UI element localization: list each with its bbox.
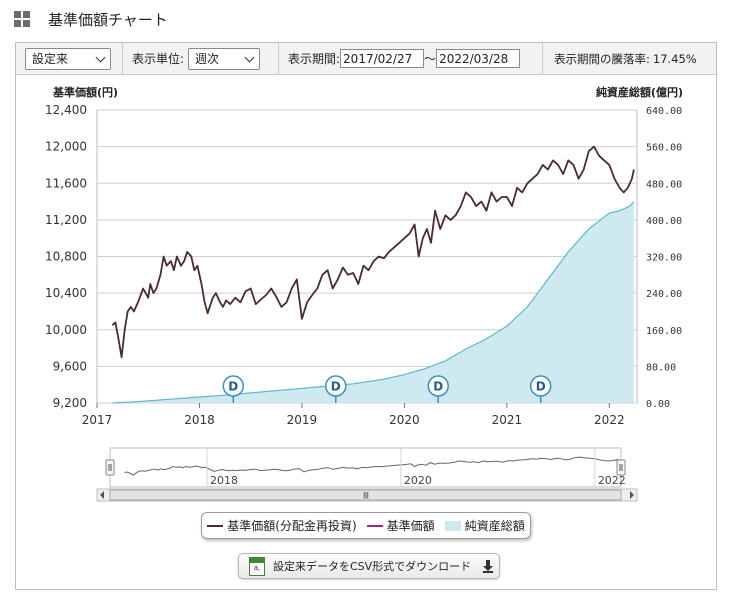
y-right-tick-label: 320.00 — [646, 253, 682, 264]
legend-item-nav-reinvested[interactable]: 基準価額(分配金再投資) — [207, 517, 357, 534]
chart-legend: 基準価額(分配金再投資) 基準価額 純資産総額 — [201, 512, 531, 539]
y-left-tick-label: 10,400 — [45, 286, 87, 300]
navigator-tick-label: 2018 — [210, 474, 238, 487]
y-right-tick-label: 240.00 — [646, 289, 682, 300]
navigator-handle[interactable] — [105, 459, 115, 476]
navigator[interactable]: 2018 2020 2022 Ⅲ — [96, 447, 638, 502]
x-tick-label: 2019 — [287, 413, 318, 427]
left-axis-title: 基準価額(円) — [52, 85, 118, 99]
y-left-tick-label: 11,600 — [45, 176, 87, 190]
y-left-tick-label: 12,400 — [45, 103, 87, 117]
csv-download-label: 設定来データをCSV形式でダウンロード — [273, 560, 472, 573]
download-arrow-icon — [483, 559, 494, 573]
y-right-tick-label: 560.00 — [646, 143, 682, 154]
y-left-tick-label: 11,200 — [45, 213, 87, 227]
dividend-marker-label: D — [228, 380, 238, 394]
y-right-tick-label: 640.00 — [646, 106, 682, 117]
navigator-tick-label: 2022 — [598, 474, 626, 487]
y-right-tick-label: 400.00 — [646, 216, 682, 227]
y-left-tick-label: 10,800 — [45, 250, 87, 264]
navigator-handle[interactable] — [616, 459, 626, 476]
csv-icon-glyph: a, — [253, 563, 261, 572]
navigator-tick-label: 2020 — [404, 474, 432, 487]
legend-swatch — [444, 520, 461, 531]
y-right-tick-label: 0.00 — [646, 399, 670, 410]
y-left-tick-label: 10,000 — [45, 323, 87, 337]
dividend-marker-label: D — [433, 380, 443, 394]
dividend-marker-label: D — [331, 380, 341, 394]
x-tick-label: 2018 — [184, 413, 215, 427]
legend-label: 基準価額(分配金再投資) — [227, 519, 357, 533]
right-axis-title: 純資産総額(億円) — [596, 85, 683, 99]
y-left-tick-label: 9,200 — [53, 396, 87, 410]
dividend-marker-label: D — [536, 380, 546, 394]
legend-item-net-assets[interactable]: 純資産総額 — [444, 517, 525, 534]
y-right-tick-label: 80.00 — [646, 362, 676, 373]
legend-item-nav[interactable]: 基準価額 — [366, 517, 435, 534]
legend-swatch — [207, 524, 224, 527]
csv-download-button[interactable]: a, 設定来データをCSV形式でダウンロード — [238, 553, 500, 579]
x-tick-label: 2017 — [82, 413, 113, 427]
csv-file-icon: a, — [249, 556, 265, 576]
navigator-line — [124, 456, 619, 476]
x-tick-label: 2020 — [389, 413, 420, 427]
x-tick-label: 2022 — [594, 413, 625, 427]
legend-label: 純資産総額 — [464, 519, 525, 533]
y-left-tick-label: 12,000 — [45, 140, 87, 154]
legend-swatch — [366, 524, 383, 527]
y-right-tick-label: 480.00 — [646, 179, 682, 190]
y-right-tick-label: 160.00 — [646, 326, 682, 337]
scrollbar-grip-icon: Ⅲ — [363, 492, 369, 502]
legend-label: 基準価額 — [386, 519, 435, 533]
x-tick-label: 2021 — [492, 413, 523, 427]
y-left-tick-label: 9,600 — [53, 359, 87, 373]
